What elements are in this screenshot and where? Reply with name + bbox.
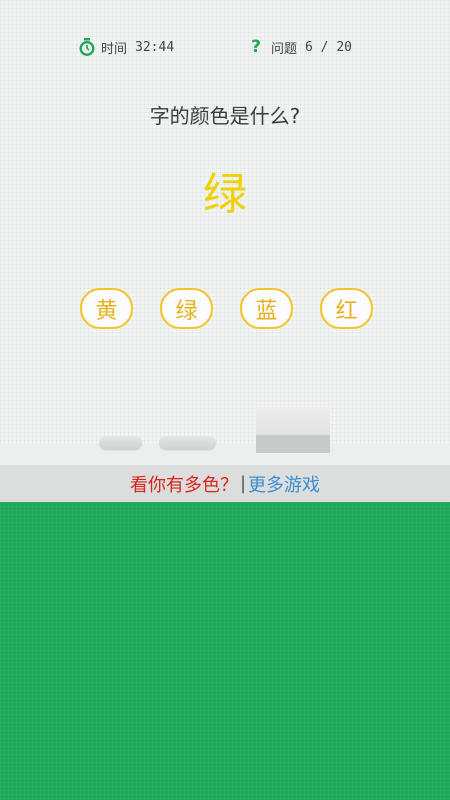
timer-status: 时间 32:44 xyxy=(79,36,174,58)
more-games-link[interactable]: 更多游戏 xyxy=(248,471,320,497)
share-link[interactable]: 看你有多色？ xyxy=(130,471,238,497)
option-yellow[interactable]: 黄 xyxy=(80,288,133,329)
green-background xyxy=(0,502,450,800)
decorative-block xyxy=(256,407,330,453)
target-word: 绿 xyxy=(203,169,247,220)
time-value: 32:44 xyxy=(135,39,175,55)
question-mark-icon: ? xyxy=(251,37,261,57)
option-green[interactable]: 绿 xyxy=(160,288,213,329)
question-status: ? 问题 6 / 20 xyxy=(249,36,352,58)
answer-options: 黄 绿 蓝 红 xyxy=(80,288,373,330)
time-label: 时间 xyxy=(101,41,128,57)
game-screen: 时间 32:44 ? 问题 6 / 20 字的颜色是什么? 绿 黄 绿 蓝 红 … xyxy=(0,0,450,800)
banner-separator: | xyxy=(239,473,247,494)
status-bar: 时间 32:44 ? 问题 6 / 20 xyxy=(0,36,450,58)
decorative-pill-left xyxy=(99,436,142,450)
footer-banner: 看你有多色？ | 更多游戏 xyxy=(0,465,450,502)
decorative-pill-middle xyxy=(159,436,216,450)
option-blue[interactable]: 蓝 xyxy=(240,288,293,329)
clock-icon xyxy=(79,38,95,57)
panel-bottom-strip xyxy=(0,445,450,465)
question-prompt: 字的颜色是什么? xyxy=(149,104,301,128)
question-label: 问题 xyxy=(271,41,298,57)
option-red[interactable]: 红 xyxy=(320,288,373,329)
question-progress: 6 / 20 xyxy=(305,39,352,55)
